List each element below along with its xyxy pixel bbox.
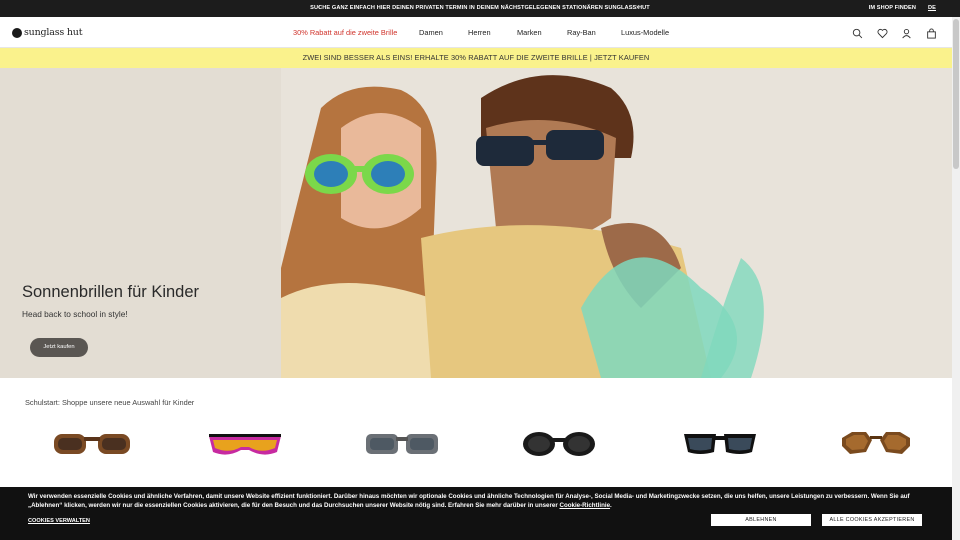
nav-item-luxus[interactable]: Luxus-Modelle xyxy=(621,28,669,37)
product-card[interactable] xyxy=(680,426,760,460)
nav-item-herren[interactable]: Herren xyxy=(468,28,491,37)
nav-item-damen[interactable]: Damen xyxy=(419,28,443,37)
nav-item-marken[interactable]: Marken xyxy=(517,28,542,37)
product-card[interactable] xyxy=(362,426,442,460)
cookie-banner-text: Wir verwenden essenzielle Cookies und äh… xyxy=(28,492,928,510)
product-card[interactable] xyxy=(52,426,132,460)
cookie-text-period: . xyxy=(610,502,612,509)
promo-banner-separator: | xyxy=(589,53,592,62)
sunglasses-sport-prizm-image xyxy=(209,434,281,455)
logo-mark xyxy=(12,27,22,38)
carousel-next-icon[interactable]: › xyxy=(636,4,638,11)
sunglasses-tortoise-image xyxy=(54,434,130,454)
logo-text: sunglass hut xyxy=(24,27,83,38)
sunglasses-brown-hexagonal-image xyxy=(842,432,910,454)
cookie-text-body: Wir verwenden essenzielle Cookies und äh… xyxy=(28,493,910,509)
store-finder-link[interactable]: IM SHOP FINDEN xyxy=(869,5,916,11)
cookie-policy-link[interactable]: Cookie-Richtlinie xyxy=(559,502,610,509)
product-card[interactable] xyxy=(836,426,916,460)
sunglasses-black-round-image xyxy=(523,432,595,456)
nav-item-ray-ban[interactable]: Ray-Ban xyxy=(567,28,596,37)
products-section-title: Schulstart: Shoppe unsere neue Auswahl f… xyxy=(25,398,195,407)
hero-subtitle: Head back to school in style! xyxy=(22,309,128,319)
cookie-banner: Wir verwenden essenzielle Cookies und äh… xyxy=(0,487,952,540)
hero-left-panel xyxy=(0,68,281,378)
accept-all-cookies-button[interactable]: ALLE COOKIES AKZEPTIEREN xyxy=(822,514,922,526)
hero-kids-photo xyxy=(281,68,952,378)
product-card[interactable] xyxy=(519,426,599,460)
promo-banner-text: ZWEI SIND BESSER ALS EINS! ERHALTE 30% R… xyxy=(302,53,588,62)
heart-icon[interactable] xyxy=(877,26,888,39)
promo-banner[interactable]: ZWEI SIND BESSER ALS EINS! ERHALTE 30% R… xyxy=(0,48,952,68)
nav-item-sale[interactable]: 30% Rabatt auf die zweite Brille xyxy=(293,28,397,37)
hero-title: Sonnenbrillen für Kinder xyxy=(22,283,200,301)
logo[interactable]: sunglass hut xyxy=(12,26,83,39)
language-selector[interactable]: DE xyxy=(928,5,936,11)
bag-icon[interactable] xyxy=(926,26,937,39)
manage-cookies-link[interactable]: COOKIES VERWALTEN xyxy=(28,518,90,524)
sunglasses-wayfarer-image xyxy=(684,434,756,454)
main-header: sunglass hut 30% Rabatt auf die zweite B… xyxy=(0,17,952,48)
page-scrollbar[interactable] xyxy=(952,17,960,540)
scrollbar-thumb[interactable] xyxy=(953,19,959,169)
hero-shop-now-button[interactable]: Jetzt kaufen xyxy=(30,338,88,357)
sunglasses-grey-image xyxy=(366,434,438,454)
product-card[interactable] xyxy=(205,426,285,460)
account-icon[interactable] xyxy=(901,26,912,39)
reject-cookies-button[interactable]: ABLEHNEN xyxy=(711,514,811,526)
announcement-bar: ‹ SUCHE GANZ EINFACH HIER DEINEN PRIVATE… xyxy=(0,0,960,17)
search-icon[interactable] xyxy=(852,26,863,39)
hero-banner: Sonnenbrillen für Kinder Head back to sc… xyxy=(0,68,952,378)
promo-banner-link[interactable]: JETZT KAUFEN xyxy=(594,53,649,62)
announcement-text[interactable]: SUCHE GANZ EINFACH HIER DEINEN PRIVATEN … xyxy=(0,5,960,11)
